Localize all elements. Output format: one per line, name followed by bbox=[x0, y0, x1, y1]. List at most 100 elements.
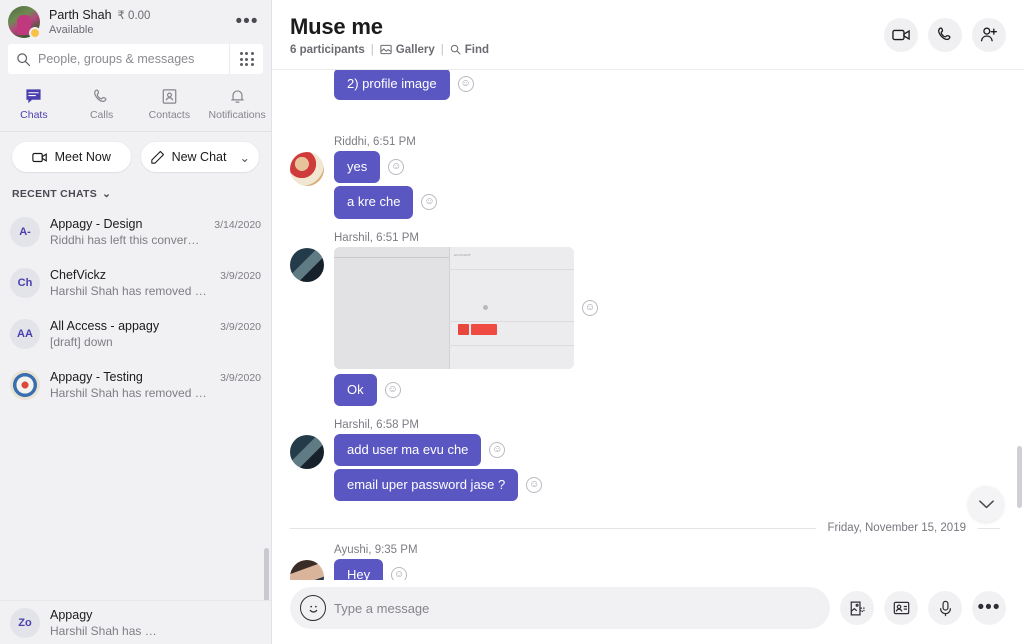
chat-date: 3/9/2020 bbox=[220, 269, 261, 282]
nav-tabs: Chats Calls Contacts Notifications bbox=[0, 80, 271, 132]
tab-chats[interactable]: Chats bbox=[0, 80, 68, 131]
reaction-button[interactable]: ☺ bbox=[526, 477, 543, 494]
list-item[interactable]: A- Appagy - Design 3/14/2020 Riddhi has … bbox=[0, 206, 271, 257]
profile-more-button[interactable]: ••• bbox=[233, 8, 261, 36]
new-chat-label: New Chat bbox=[171, 150, 227, 164]
audio-call-button[interactable] bbox=[928, 17, 962, 52]
presence-badge-away bbox=[29, 27, 41, 39]
avatar: AA bbox=[10, 318, 40, 349]
avatar[interactable] bbox=[290, 434, 324, 469]
tab-contacts[interactable]: Contacts bbox=[136, 80, 204, 131]
participants-count[interactable]: 6 participants bbox=[290, 44, 365, 56]
send-contact-button[interactable] bbox=[884, 591, 918, 625]
chat-list[interactable]: A- Appagy - Design 3/14/2020 Riddhi has … bbox=[0, 206, 271, 644]
message-sender-time: Harshil, 6:58 PM bbox=[334, 418, 420, 431]
tab-calls[interactable]: Calls bbox=[68, 80, 136, 131]
reaction-button[interactable]: ☺ bbox=[384, 381, 401, 398]
search-input[interactable] bbox=[38, 44, 229, 74]
video-call-button[interactable] bbox=[884, 17, 918, 52]
new-chat-button[interactable]: New Chat ⌄ bbox=[140, 142, 259, 172]
search-box[interactable] bbox=[8, 44, 263, 74]
message-scroll-area: 2) profile image ☺ Riddhi, 6:51 PM yes ☺ bbox=[272, 70, 1024, 580]
video-icon bbox=[31, 152, 47, 162]
profile-name: Parth Shah bbox=[49, 7, 112, 22]
reaction-button[interactable]: ☺ bbox=[391, 567, 408, 580]
gallery-link[interactable]: Gallery bbox=[380, 44, 435, 56]
list-item[interactable]: Zo Appagy Harshil Shah has … bbox=[0, 600, 271, 644]
reaction-button[interactable]: ☺ bbox=[421, 194, 438, 211]
avatar[interactable] bbox=[290, 152, 324, 186]
chevron-down-icon bbox=[978, 499, 994, 508]
message-group: Harshil, 6:58 PM add user ma evu che ☺ e… bbox=[290, 419, 1000, 505]
record-audio-button[interactable] bbox=[928, 591, 962, 625]
profile-status[interactable]: Available bbox=[49, 24, 224, 37]
avatar: Ch bbox=[10, 267, 40, 298]
dialpad-icon[interactable] bbox=[229, 44, 263, 74]
skype-window: Parth Shah ₹ 0.00 Available ••• People, … bbox=[0, 0, 1024, 644]
tab-notifications[interactable]: Notifications bbox=[203, 80, 271, 131]
find-link[interactable]: Find bbox=[450, 44, 489, 56]
conversation-panel: Muse me 6 participants | Gallery | Find … bbox=[272, 0, 1024, 644]
avatar[interactable] bbox=[8, 6, 41, 39]
profile-text: Parth Shah ₹ 0.00 Available bbox=[49, 8, 224, 37]
avatar[interactable] bbox=[290, 560, 324, 580]
chat-preview: Harshil Shah has removed … bbox=[50, 385, 207, 400]
avatar[interactable] bbox=[290, 247, 324, 282]
recent-chats-header[interactable]: RECENT CHATS ⌄ bbox=[0, 184, 271, 206]
pencil-icon bbox=[150, 150, 164, 164]
image-icon bbox=[850, 600, 865, 616]
avatar: A- bbox=[10, 216, 40, 247]
message-bubble[interactable]: add user ma evu che bbox=[334, 433, 482, 466]
thumbnail-button bbox=[470, 323, 497, 335]
date-divider-label: Friday, November 15, 2019 bbox=[827, 522, 967, 535]
list-item[interactable]: Ch ChefVickz 3/9/2020 Harshil Shah has r… bbox=[0, 257, 271, 308]
profile-row[interactable]: Parth Shah ₹ 0.00 Available ••• bbox=[0, 0, 271, 44]
message-group-body: Harshil, 6:58 PM add user ma evu che ☺ e… bbox=[334, 419, 1000, 505]
add-people-button[interactable] bbox=[972, 17, 1006, 52]
list-item-body: Appagy Harshil Shah has … bbox=[50, 608, 261, 638]
message-sender-time: Riddhi, 6:51 PM bbox=[334, 136, 416, 148]
send-image-button[interactable] bbox=[840, 591, 874, 625]
message-bubble[interactable]: email uper password jase ? bbox=[334, 469, 519, 502]
emoji-picker-button[interactable] bbox=[300, 595, 326, 621]
message-list[interactable]: 2) profile image ☺ Riddhi, 6:51 PM yes ☺ bbox=[272, 70, 1024, 580]
date-divider: Friday, November 15, 2019 bbox=[290, 522, 1000, 534]
list-item-body: Appagy - Testing 3/9/2020 Harshil Shah h… bbox=[50, 370, 261, 400]
tab-notifications-label: Notifications bbox=[208, 109, 266, 121]
image-attachment[interactable]: ACCOUNT bbox=[334, 246, 574, 369]
reaction-button[interactable]: ☺ bbox=[457, 76, 474, 93]
message-bubble[interactable]: a kre che bbox=[334, 186, 414, 219]
meet-now-label: Meet Now bbox=[54, 150, 111, 164]
reaction-button[interactable]: ☺ bbox=[388, 159, 405, 176]
message-bubble[interactable]: Ok bbox=[334, 373, 377, 406]
message-input[interactable] bbox=[334, 600, 822, 616]
reaction-button[interactable]: ☺ bbox=[582, 299, 598, 316]
smiley-icon bbox=[309, 605, 317, 613]
more-options-button[interactable]: ••• bbox=[972, 591, 1006, 625]
chevron-down-icon[interactable]: ⌄ bbox=[239, 150, 249, 165]
meet-now-button[interactable]: Meet Now bbox=[12, 142, 131, 172]
message-bubble[interactable]: 2) profile image bbox=[334, 70, 450, 101]
meta-separator: | bbox=[440, 43, 444, 56]
conversation-header: Muse me 6 participants | Gallery | Find bbox=[272, 0, 1024, 70]
chat-icon bbox=[25, 86, 42, 106]
message-group: 2) profile image ☺ bbox=[290, 70, 1000, 126]
message-group: Ayushi, 9:35 PM Hey ☺ bbox=[290, 544, 1000, 580]
composer-input-box[interactable] bbox=[290, 587, 830, 629]
scroll-to-bottom-button[interactable] bbox=[968, 486, 1004, 522]
avatar bbox=[10, 369, 40, 400]
list-item[interactable]: Appagy - Testing 3/9/2020 Harshil Shah h… bbox=[0, 359, 271, 410]
message-group-body: Harshil, 6:51 PM ACCOUNT ☺ Ok ☺ bbox=[334, 232, 1000, 409]
phone-icon bbox=[93, 86, 110, 106]
message-bubble[interactable]: Hey bbox=[334, 559, 384, 580]
message-bubble[interactable]: yes bbox=[334, 151, 381, 184]
gallery-icon bbox=[380, 44, 392, 55]
reaction-button[interactable]: ☺ bbox=[489, 441, 506, 458]
message-group: Riddhi, 6:51 PM yes ☺ a kre che ☺ bbox=[290, 136, 1000, 222]
list-item-body: All Access - appagy 3/9/2020 [draft] dow… bbox=[50, 319, 261, 349]
sidebar: Parth Shah ₹ 0.00 Available ••• People, … bbox=[0, 0, 272, 644]
conversation-scrollbar[interactable] bbox=[1017, 446, 1022, 508]
contacts-icon bbox=[161, 86, 178, 106]
divider-line bbox=[290, 527, 816, 529]
list-item[interactable]: AA All Access - appagy 3/9/2020 [draft] … bbox=[0, 308, 271, 359]
